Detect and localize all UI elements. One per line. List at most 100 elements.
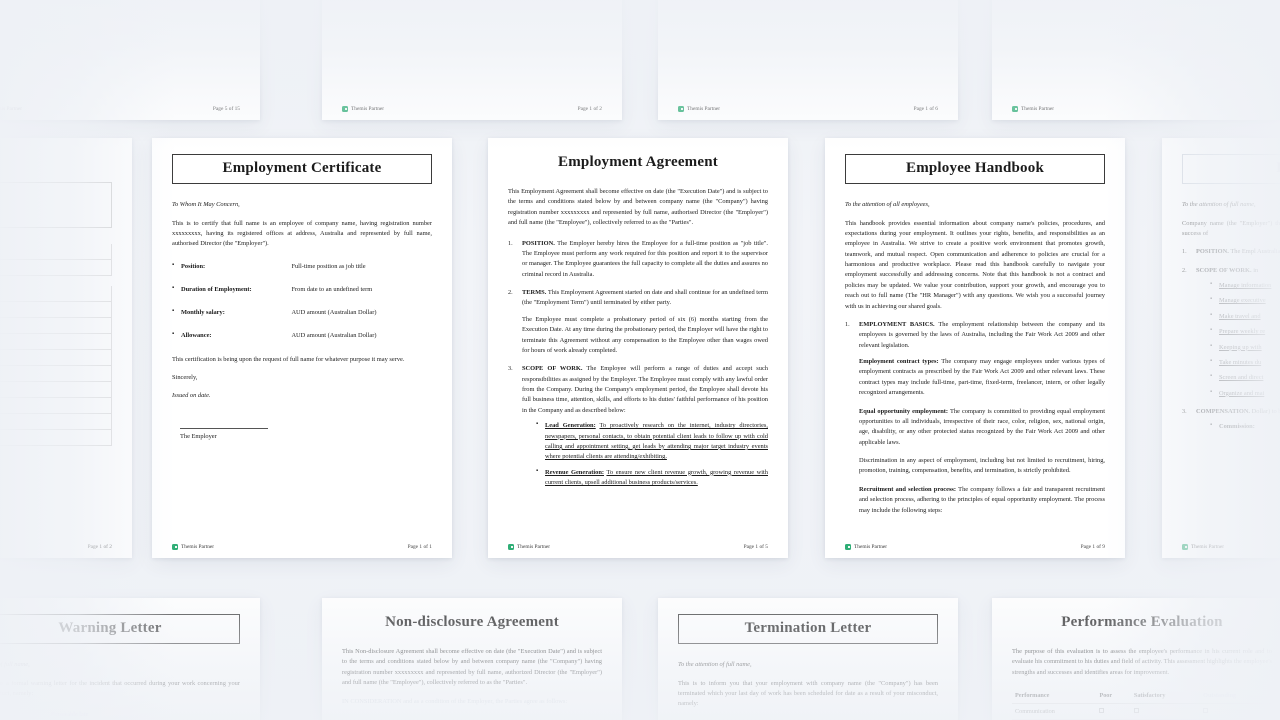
document-card-employment-agreement[interactable]: Employment Agreement This Employment Agr… [488,138,788,558]
brand-name: Themis Partner [1021,106,1055,112]
intro-paragraph: Company name (the "Employer") that you w… [1182,219,1280,237]
document-card-non-compete-agreement[interactable]: or relation with the Employer. Interfere… [322,0,622,120]
form-row[interactable] [0,286,112,302]
form-row[interactable] [0,430,112,446]
rating-cell[interactable] [1200,703,1272,720]
checkbox-option[interactable]: Former failure [0,711,25,718]
column-header: Poor [1096,688,1131,705]
document-card-resume-template[interactable]: tion Degree or Diploma Themis Partner Pa [0,138,132,558]
page-footer: Themis Partner Page 1 of 6 [678,106,938,112]
page-number: Page 1 of 9 [1080,544,1105,550]
detail-value: From date to an undefined term [291,285,373,293]
subsection-term: Recruitment and selection process: [859,485,957,493]
subsection-term: Employment contract types: [859,358,939,366]
form-row[interactable] [0,318,112,334]
detail-label: Position: [181,262,206,270]
closing-paragraph: This certification is being upon the req… [172,355,405,363]
clause-term: POSITION. [1196,248,1229,256]
page-title: Termination Letter [678,614,938,644]
document-card-performance-evaluation[interactable]: Performance Evaluation The purpose of th… [992,598,1280,720]
clause-extra: The Employee must complete a probationar… [522,315,768,354]
form-photo-box[interactable] [0,182,112,228]
rating-cell[interactable] [1130,703,1201,720]
checkbox-icon[interactable] [1203,708,1209,714]
brand-footer: Themis Partner [1012,106,1054,112]
checkbox-icon[interactable] [1133,708,1139,714]
detail-value: AUD amount (Australian Dollar) [291,309,377,317]
list-item: Organize and mai [1210,388,1280,399]
themis-square-logo-icon [172,544,178,550]
page-title: Performance Evaluation [1061,614,1223,630]
form-row[interactable] [0,302,112,318]
page-footer: Themis Partner Page 5 of 15 [0,106,240,112]
form-row[interactable] [0,334,112,350]
document-card-non-disclosure-agreement[interactable]: Non-disclosure Agreement This Non-disclo… [322,598,622,720]
clause: COMPENSATION. Dollar) to be paid every w… [1182,407,1280,433]
clause-text: This Employment Agreement started on dat… [522,289,769,307]
clause-term: COMPENSATION. [1196,408,1251,416]
detail-label: Duration of Employment: [181,285,252,293]
page-footer: Themis Partner [1012,106,1272,112]
intro-paragraph: This Employment Agreement shall become e… [508,188,768,227]
clause-term: SCOPE OF WORK. [522,365,583,373]
clause-term: TERMS. [522,289,547,296]
brand-name: Themis Partner [181,544,215,550]
form-row[interactable] [0,244,112,260]
clause: SCOPE OF WORK. The Employee will perform… [508,364,768,488]
salutation: To the attention of all employees, [845,201,930,208]
form-row[interactable] [0,382,112,398]
themis-square-logo-icon [508,544,514,550]
table-row: Communication [1012,703,1272,720]
document-card-employment-offer-letter[interactable]: Emp To the attention of full name, Compa… [1162,138,1280,558]
page-title: Non-disclosure Agreement [385,614,559,630]
page-number: Page 1 of 2 [577,106,602,112]
form-section-label [0,276,112,286]
rating-cell[interactable] [1096,703,1131,720]
page-footer: Themis Partner Page 1 of 9 [845,544,1105,550]
form-row[interactable] [0,414,112,430]
list-item: Prepare weekly re [1210,326,1280,337]
document-card-employment-certificate[interactable]: Employment Certificate To Whom It May Co… [152,138,452,558]
form-row[interactable] [0,350,112,366]
document-card-termination-letter[interactable]: Termination Letter To the attention of f… [658,598,958,720]
checkbox-icon[interactable] [1099,708,1105,714]
list-item: Commission: [1210,421,1280,432]
evaluation-table: Performance Poor Satisfactory Outstandin… [1012,688,1272,720]
list-item: Lead Generation: To proactively research… [536,420,768,463]
list-item: Manage information [1210,280,1280,291]
page-title: Employment Certificate [172,154,432,184]
themis-square-logo-icon [845,544,851,550]
intro-paragraph: This is to inform you that your employme… [678,679,938,708]
brand-name: Themis Partner [854,544,888,550]
clause-text: The Empl Australia. [1230,248,1280,256]
page-number: Page 1 of 5 [743,544,768,550]
row-label: Communication [1012,703,1097,720]
form-row[interactable] [0,260,112,276]
themis-square-logo-icon [342,106,348,112]
list-item: Manage executive [1210,295,1280,306]
form-row[interactable] [0,366,112,382]
subsection-text: Discrimination in any aspect of employme… [859,457,1105,475]
page-footer: Themis Partner [1182,544,1280,550]
document-card-remote-work-agreement[interactable]: his position in the Company and as descr… [658,0,958,120]
signature-line [180,427,268,429]
page-title: Warning Letter [0,614,240,644]
intro-paragraph: serves as a formal warning letter for th… [0,679,240,697]
brand-footer: Themis Partner [172,544,214,550]
checkbox-option[interactable]: Forseeable late [51,711,88,718]
subsection: Discrimination in any aspect of employme… [859,456,1105,477]
clause: SCOPE OF WORK. in Manage information Man… [1182,266,1280,399]
brand-name: Themis Partner [517,544,551,550]
document-card-privacy-policy[interactable]: engaging with the Company of the service… [0,0,260,120]
clause-term: SCOPE OF WORK. [1196,266,1252,274]
brand-footer: Themis Partner [1182,544,1224,550]
form-row[interactable] [0,398,112,414]
document-card-employee-handbook[interactable]: Employee Handbook To the attention of al… [825,138,1125,558]
brand-name: Themis Partner [1191,544,1225,550]
brand-footer: Themis Partner [0,106,22,112]
detail-label: Allowance: [181,332,212,340]
document-card-warning-letter[interactable]: Warning Letter ention of full name, serv… [0,598,260,720]
detail-row: Duration of Employment: From date to an … [172,284,432,295]
brand-footer: Themis Partner [678,106,720,112]
document-card-internship-agreement[interactable]: expected to work hours per week. Punctua… [992,0,1280,120]
